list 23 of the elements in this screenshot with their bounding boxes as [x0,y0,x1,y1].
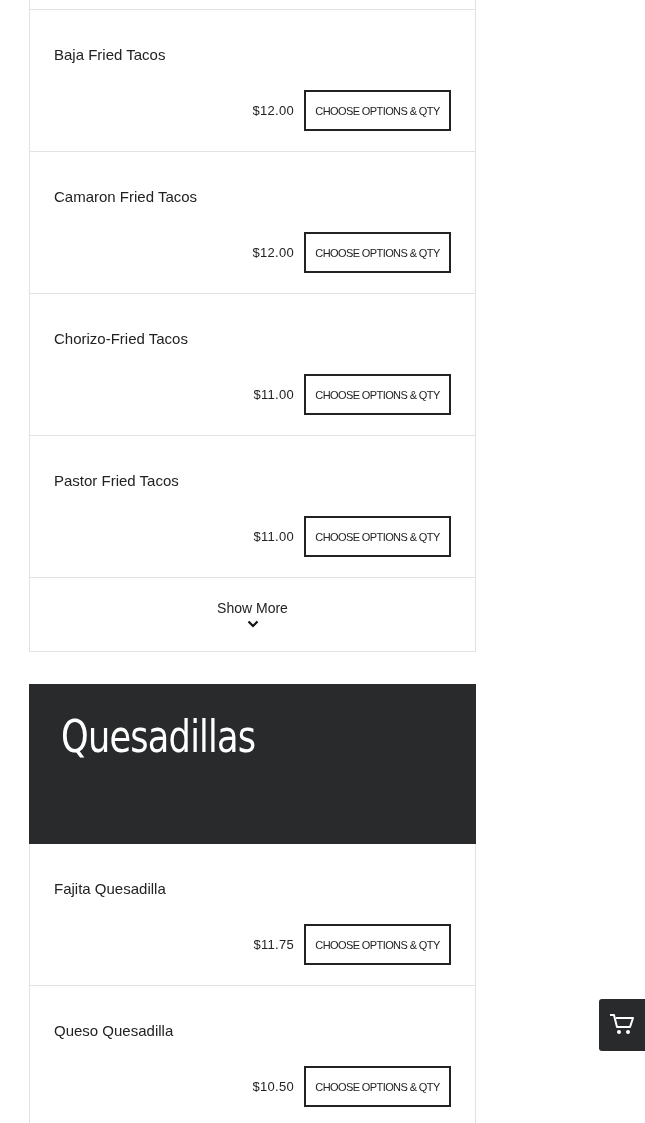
choose-options-button[interactable]: CHOOSE OPTIONS & QTY [304,516,451,557]
item-price: $11.75 [253,937,294,952]
choose-options-button[interactable]: CHOOSE OPTIONS & QTY [304,90,451,131]
choose-options-button[interactable]: CHOOSE OPTIONS & QTY [304,1066,451,1107]
choose-options-button[interactable]: CHOOSE OPTIONS & QTY [304,924,451,965]
cart-button[interactable] [599,999,645,1051]
choose-options-button[interactable]: CHOOSE OPTIONS & QTY [304,232,451,273]
item-price: $10.50 [252,1079,294,1094]
section-title: Quesadillas [61,712,256,762]
item-name: Pastor Fried Tacos [54,472,179,490]
item-price: $12.00 [252,245,294,260]
chevron-down-icon [246,620,259,628]
cart-icon [609,1013,635,1037]
item-name: Baja Fried Tacos [54,46,166,64]
item-price: $11.00 [253,529,294,544]
choose-options-button[interactable]: CHOOSE OPTIONS & QTY [304,374,451,415]
item-name: Fajita Quesadilla [54,880,166,898]
item-name: Chorizo-Fried Tacos [54,330,188,348]
item-price: $12.00 [252,103,294,118]
item-name: Camaron Fried Tacos [54,188,198,206]
show-more-button[interactable]: Show More [217,600,288,630]
item-name: Queso Quesadilla [54,1022,174,1040]
item-price: $11.00 [253,387,294,402]
